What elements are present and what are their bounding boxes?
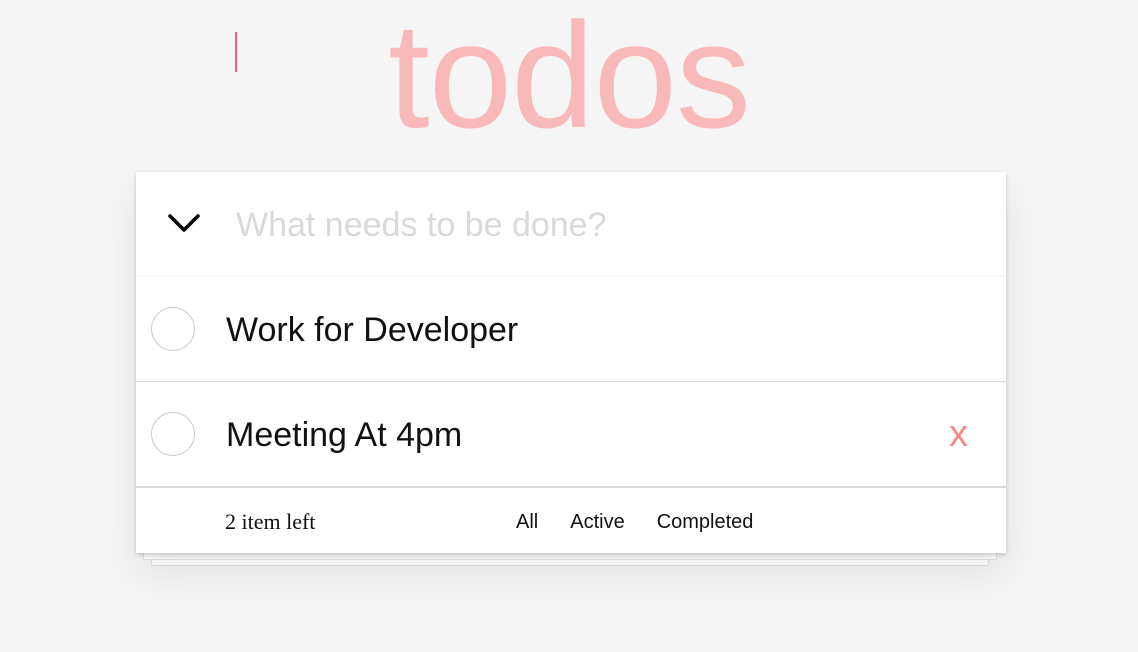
- filters: All Active Completed: [516, 510, 785, 534]
- text-cursor: [235, 32, 237, 72]
- filter-active[interactable]: Active: [570, 510, 624, 534]
- todo-item: Work for Developer: [136, 277, 1006, 382]
- toggle-all-button[interactable]: [166, 210, 202, 236]
- items-left-count: 2 item left: [225, 509, 316, 534]
- todo-label[interactable]: Meeting At 4pm: [226, 415, 462, 455]
- new-todo-header: [136, 172, 1006, 277]
- todo-toggle-checkbox[interactable]: [151, 307, 195, 351]
- todo-footer: 2 item left All Active Completed: [136, 490, 1006, 553]
- todo-item: Meeting At 4pm x: [136, 382, 1006, 488]
- filter-completed[interactable]: Completed: [657, 510, 754, 534]
- todo-card: Work for Developer Meeting At 4pm x 2 it…: [136, 172, 1006, 553]
- filter-all[interactable]: All: [516, 510, 538, 534]
- todo-toggle-checkbox[interactable]: [151, 412, 195, 456]
- chevron-down-icon: [168, 214, 200, 232]
- app-title: todos: [388, 0, 751, 159]
- destroy-button[interactable]: x: [949, 412, 968, 456]
- new-todo-input[interactable]: [236, 202, 956, 248]
- todo-list: Work for Developer Meeting At 4pm x: [136, 277, 1006, 488]
- todo-label[interactable]: Work for Developer: [226, 310, 518, 350]
